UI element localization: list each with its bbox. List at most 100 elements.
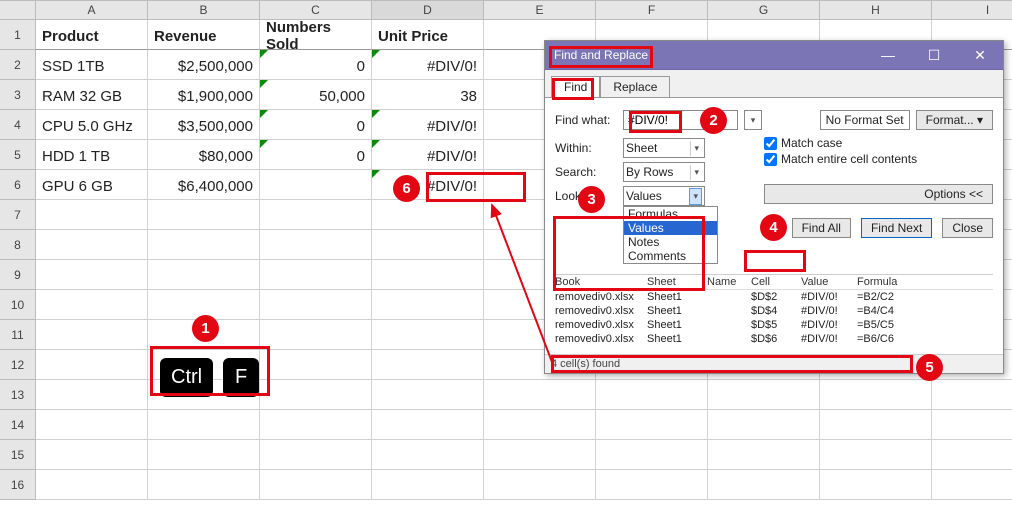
- search-select[interactable]: By Rows▾: [623, 162, 705, 182]
- cell-D12[interactable]: [372, 350, 484, 380]
- result-row[interactable]: removediv0.xlsxSheet1$D$2#DIV/0!=B2/C2: [555, 290, 993, 304]
- cell-I16[interactable]: [932, 470, 1012, 500]
- col-name[interactable]: Name: [707, 276, 751, 288]
- cell-F14[interactable]: [596, 410, 708, 440]
- cell-A2[interactable]: SSD 1TB: [36, 50, 148, 80]
- cell-A14[interactable]: [36, 410, 148, 440]
- cell-E13[interactable]: [484, 380, 596, 410]
- cell-D10[interactable]: [372, 290, 484, 320]
- cell-F16[interactable]: [596, 470, 708, 500]
- cell-C5[interactable]: 0: [260, 140, 372, 170]
- cell-A16[interactable]: [36, 470, 148, 500]
- cell-D2[interactable]: #DIV/0!: [372, 50, 484, 80]
- col-B[interactable]: B: [148, 1, 260, 19]
- row-label[interactable]: 12: [0, 350, 36, 380]
- cell-B2[interactable]: $2,500,000: [148, 50, 260, 80]
- cell-A4[interactable]: CPU 5.0 GHz: [36, 110, 148, 140]
- cell-B3[interactable]: $1,900,000: [148, 80, 260, 110]
- cell-C15[interactable]: [260, 440, 372, 470]
- col-sheet[interactable]: Sheet: [647, 276, 707, 288]
- cell-B8[interactable]: [148, 230, 260, 260]
- lookin-listbox[interactable]: Formulas Values Notes Comments: [623, 206, 718, 264]
- cell-D8[interactable]: [372, 230, 484, 260]
- col-book[interactable]: Book: [555, 276, 647, 288]
- cell-E14[interactable]: [484, 410, 596, 440]
- cell-C6[interactable]: [260, 170, 372, 200]
- cell-A11[interactable]: [36, 320, 148, 350]
- cell-B16[interactable]: [148, 470, 260, 500]
- within-select[interactable]: Sheet▾: [623, 138, 705, 158]
- format-button[interactable]: Format... ▾: [916, 110, 993, 130]
- row-label[interactable]: 16: [0, 470, 36, 500]
- cell-G16[interactable]: [708, 470, 820, 500]
- cell-D11[interactable]: [372, 320, 484, 350]
- cell-B6[interactable]: $6,400,000: [148, 170, 260, 200]
- cell-C1[interactable]: Numbers Sold: [260, 20, 372, 50]
- row-label[interactable]: 9: [0, 260, 36, 290]
- row-label[interactable]: 15: [0, 440, 36, 470]
- row-label[interactable]: 14: [0, 410, 36, 440]
- cell-D9[interactable]: [372, 260, 484, 290]
- col-H[interactable]: H: [820, 1, 932, 19]
- col-A[interactable]: A: [36, 1, 148, 19]
- minimize-button[interactable]: —: [865, 41, 911, 69]
- cell-E16[interactable]: [484, 470, 596, 500]
- cell-F15[interactable]: [596, 440, 708, 470]
- cell-A6[interactable]: GPU 6 GB: [36, 170, 148, 200]
- cell-F13[interactable]: [596, 380, 708, 410]
- cell-E15[interactable]: [484, 440, 596, 470]
- cell-C12[interactable]: [260, 350, 372, 380]
- options-button[interactable]: Options <<: [764, 184, 993, 204]
- row-label[interactable]: 3: [0, 80, 36, 110]
- cell-G13[interactable]: [708, 380, 820, 410]
- cell-A1[interactable]: Product: [36, 20, 148, 50]
- lookin-opt-formulas[interactable]: Formulas: [624, 207, 717, 221]
- cell-C16[interactable]: [260, 470, 372, 500]
- cell-D4[interactable]: #DIV/0!: [372, 110, 484, 140]
- cell-B5[interactable]: $80,000: [148, 140, 260, 170]
- tab-replace[interactable]: Replace: [600, 76, 670, 97]
- row-label[interactable]: 13: [0, 380, 36, 410]
- cell-I14[interactable]: [932, 410, 1012, 440]
- cell-A15[interactable]: [36, 440, 148, 470]
- cell-D5[interactable]: #DIV/0!: [372, 140, 484, 170]
- maximize-button[interactable]: ☐: [911, 41, 957, 69]
- result-row[interactable]: removediv0.xlsxSheet1$D$6#DIV/0!=B6/C6: [555, 332, 993, 346]
- cell-A7[interactable]: [36, 200, 148, 230]
- result-row[interactable]: removediv0.xlsxSheet1$D$4#DIV/0!=B4/C4: [555, 304, 993, 318]
- cell-B14[interactable]: [148, 410, 260, 440]
- cell-C14[interactable]: [260, 410, 372, 440]
- cell-D7[interactable]: [372, 200, 484, 230]
- row-label[interactable]: 8: [0, 230, 36, 260]
- find-next-button[interactable]: Find Next: [861, 218, 932, 238]
- row-label[interactable]: 2: [0, 50, 36, 80]
- lookin-opt-notes[interactable]: Notes: [624, 235, 717, 249]
- cell-D14[interactable]: [372, 410, 484, 440]
- col-formula[interactable]: Formula: [857, 276, 917, 288]
- cell-I15[interactable]: [932, 440, 1012, 470]
- cell-G14[interactable]: [708, 410, 820, 440]
- cell-H15[interactable]: [820, 440, 932, 470]
- col-value[interactable]: Value: [801, 276, 857, 288]
- col-E[interactable]: E: [484, 1, 596, 19]
- row-label[interactable]: 7: [0, 200, 36, 230]
- lookin-select[interactable]: Values▾: [623, 186, 705, 206]
- lookin-opt-values[interactable]: Values: [624, 221, 717, 235]
- cell-D16[interactable]: [372, 470, 484, 500]
- cell-A12[interactable]: [36, 350, 148, 380]
- cell-B15[interactable]: [148, 440, 260, 470]
- cell-D13[interactable]: [372, 380, 484, 410]
- cell-I13[interactable]: [932, 380, 1012, 410]
- col-cell[interactable]: Cell: [751, 276, 801, 288]
- cell-A13[interactable]: [36, 380, 148, 410]
- tab-find[interactable]: Find: [551, 76, 600, 97]
- cell-H14[interactable]: [820, 410, 932, 440]
- cell-A5[interactable]: HDD 1 TB: [36, 140, 148, 170]
- col-C[interactable]: C: [260, 1, 372, 19]
- row-label[interactable]: 5: [0, 140, 36, 170]
- row-label[interactable]: 11: [0, 320, 36, 350]
- close-dlg-button[interactable]: Close: [942, 218, 993, 238]
- cell-A10[interactable]: [36, 290, 148, 320]
- close-button[interactable]: ✕: [957, 41, 1003, 69]
- row-label[interactable]: 6: [0, 170, 36, 200]
